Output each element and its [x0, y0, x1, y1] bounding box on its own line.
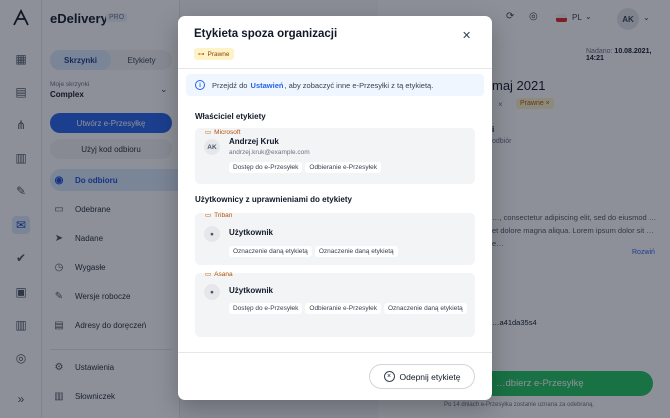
modal-title: Etykieta spoza organizacji [194, 28, 338, 40]
permission-chip: Dostęp do e-Przesyłek [229, 303, 303, 314]
user-icon: ● [204, 284, 220, 300]
divider [178, 68, 492, 69]
user-card: ● Użytkownik Dostęp do e-Przesyłek Odbie… [195, 273, 475, 337]
permission-chip: Oznaczenie daną etykietą [383, 303, 467, 314]
owner-permissions: Dostęp do e-Przesyłek Odbieranie e-Przes… [229, 162, 469, 173]
briefcase-icon: ▭ [205, 271, 212, 278]
owner-card: AK Andrzej Kruk andrzej.kruk@example.com… [195, 128, 475, 184]
owner-section-title: Właściciel etykiety [195, 112, 266, 121]
user-org: ▭ Triban [205, 211, 233, 220]
tag-icon: ⊶ [198, 51, 205, 58]
divider [178, 352, 492, 353]
user-permissions: Dostęp do e-Przesyłek Odbieranie e-Przes… [229, 303, 469, 314]
users-section-title: Użytkownicy z uprawnieniami do etykiety [195, 195, 352, 204]
briefcase-icon: ▭ [205, 129, 212, 136]
owner-email: andrzej.kruk@example.com [229, 149, 310, 156]
permission-chip: Odbieranie e-Przesyłek [305, 162, 381, 173]
user-card: ● Użytkownik Oznaczenie daną etykietą Oz… [195, 213, 475, 265]
info-icon: i [195, 80, 205, 90]
owner-org: ▭ Microsoft [205, 128, 241, 137]
permission-chip: Oznaczenie daną etykietą [229, 246, 312, 257]
settings-link[interactable]: Ustawień [251, 81, 284, 90]
label-modal: Etykieta spoza organizacji ✕ ⊶ Prawne i P… [178, 16, 492, 400]
permission-chip: Oznaczenie daną etykietą [314, 246, 398, 257]
unpin-label-button[interactable]: × Odepnij etykietę [369, 364, 475, 389]
info-banner: i Przejdź do Ustawień, aby zobaczyć inne… [186, 74, 484, 96]
label-tag: ⊶ Prawne [194, 48, 234, 60]
user-name: Użytkownik [229, 228, 274, 237]
close-icon[interactable]: ✕ [462, 29, 471, 42]
permission-chip: Odbieranie e-Przesyłek [305, 303, 381, 314]
user-icon: ● [204, 226, 220, 242]
user-permissions: Oznaczenie daną etykietą Oznaczenie daną… [229, 246, 469, 257]
briefcase-icon: ▭ [205, 212, 212, 219]
owner-name: Andrzej Kruk [229, 137, 279, 146]
unpin-icon: × [383, 371, 395, 382]
user-org: ▭ Asana [205, 270, 233, 279]
permission-chip: Dostęp do e-Przesyłek [229, 162, 303, 173]
user-name: Użytkownik [229, 286, 274, 295]
avatar: AK [204, 139, 220, 155]
